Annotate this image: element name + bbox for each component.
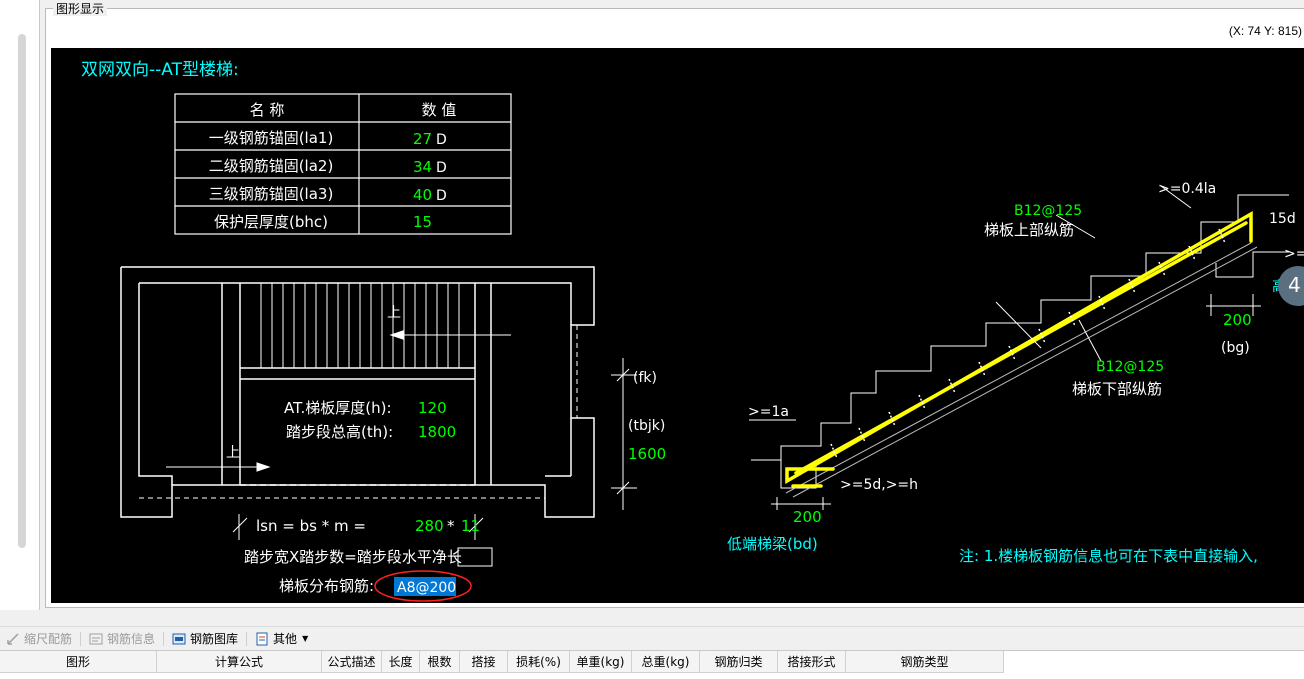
table-row-value[interactable]: 27 — [413, 130, 432, 148]
toolbar-separator — [246, 631, 248, 646]
rebar-info-icon — [89, 632, 103, 646]
column-header[interactable]: 单重(kg) — [570, 651, 632, 673]
bottom-rebar-label: 梯板下部纵筋 — [1072, 380, 1162, 398]
cad-canvas[interactable]: 双网双向--AT型楼梯: 名 称 数 值 一级钢筋锚固(la1) 27 D 二级… — [51, 48, 1304, 603]
scale-rebar-button[interactable]: 缩尺配筋 — [0, 628, 78, 650]
table-row-name: 保护层厚度(bhc) — [214, 213, 328, 231]
column-header[interactable]: 图形 — [0, 651, 157, 673]
left-scrollbar[interactable] — [18, 34, 26, 548]
bs-value[interactable]: 280 — [415, 517, 444, 535]
lsn-formula: lsn = bs * m = — [256, 517, 366, 535]
fk-label: (fk) — [633, 370, 657, 386]
drawing-title: 双网双向--AT型楼梯: — [81, 60, 239, 80]
table-row-name: 一级钢筋锚固(la1) — [209, 129, 334, 147]
table-row-value[interactable]: 40 — [413, 186, 432, 204]
column-header[interactable]: 计算公式 — [157, 651, 322, 673]
low-end-dimension: >=5d,>=h — [840, 477, 918, 493]
thickness-label: AT.梯板厚度(h): — [284, 399, 392, 417]
top-rebar-label: 梯板上部纵筋 — [984, 221, 1074, 239]
badge-digit: 4 — [1288, 273, 1301, 297]
cursor-box — [457, 547, 493, 567]
distribution-value[interactable]: A8@200 — [397, 580, 456, 596]
column-header[interactable]: 根数 — [420, 651, 460, 673]
bg-dimension[interactable]: 200 — [1223, 311, 1252, 329]
column-header[interactable]: 钢筋类型 — [846, 651, 1004, 673]
top-anchor-label: >=0.4la — [1158, 181, 1216, 197]
table-header-name: 名 称 — [250, 101, 285, 119]
bd-label: 低端梯梁(bd) — [727, 535, 818, 553]
table-row-unit: D — [436, 188, 447, 204]
coordinate-readout: (X: 74 Y: 815) — [1228, 24, 1302, 38]
tbjk-label: (tbjk) — [628, 418, 665, 434]
left-panel — [0, 0, 40, 610]
rebar-library-button[interactable]: 钢筋图库 — [166, 628, 244, 650]
m-value[interactable]: 11 — [461, 517, 480, 535]
up-label: 上 — [387, 305, 401, 321]
note-text: 注: 1.楼梯板钢筋信息也可在下表中直接输入, — [959, 547, 1258, 565]
height-value[interactable]: 1800 — [418, 423, 456, 441]
column-header[interactable]: 总重(kg) — [632, 651, 700, 673]
group-title: 图形显示 — [53, 2, 108, 16]
column-header[interactable]: 钢筋归类 — [700, 651, 778, 673]
column-header[interactable]: 损耗(%) — [508, 651, 570, 673]
rebar-toolbar: 缩尺配筋 钢筋信息 钢筋图库 其他 ▼ — [0, 626, 1304, 650]
scale-icon — [6, 632, 20, 646]
table-row-name: 二级钢筋锚固(la2) — [209, 157, 334, 175]
toolbar-label: 钢筋信息 — [107, 632, 156, 646]
toolbar-label: 缩尺配筋 — [24, 632, 73, 646]
other-icon — [255, 632, 269, 646]
toolbar-label: 钢筋图库 — [190, 632, 239, 646]
top-rebar-spec[interactable]: B12@125 — [1014, 203, 1082, 219]
right-edge-label: >=5 — [1284, 246, 1304, 262]
bg-label: (bg) — [1221, 340, 1250, 356]
thickness-value[interactable]: 120 — [418, 399, 447, 417]
stair-treads — [260, 283, 460, 368]
toolbar-separator — [163, 631, 165, 646]
top-hook-label: 15d — [1269, 211, 1296, 227]
table-header-value: 数 值 — [422, 101, 457, 119]
distribution-label: 梯板分布钢筋: — [279, 577, 374, 595]
cad-drawing: 双网双向--AT型楼梯: 名 称 数 值 一级钢筋锚固(la1) 27 D 二级… — [81, 60, 1304, 602]
chevron-down-icon: ▼ — [302, 634, 309, 643]
column-header[interactable]: 搭接 — [460, 651, 508, 673]
table-row-unit: D — [436, 160, 447, 176]
formula-text: 踏步宽X踏步数=踏步段水平净长 — [244, 548, 462, 566]
app-window: 图形显示 (X: 74 Y: 815) 双网双向--AT型楼梯: 名 称 数 值… — [0, 0, 1304, 679]
toolbar-label: 其他 — [273, 632, 298, 646]
table-row-value[interactable]: 15 — [413, 213, 432, 231]
bd-dimension[interactable]: 200 — [793, 508, 822, 526]
column-header[interactable]: 搭接形式 — [778, 651, 846, 673]
tbjk-value[interactable]: 1600 — [628, 445, 666, 463]
column-header[interactable]: 公式描述 — [322, 651, 382, 673]
height-label: 踏步段总高(th): — [286, 423, 393, 441]
bottom-rebar-spec[interactable]: B12@125 — [1096, 359, 1164, 375]
stair-plan — [120, 266, 595, 518]
up-label: 上 — [226, 445, 240, 461]
times-symbol: * — [447, 517, 455, 535]
table-row-unit: D — [436, 132, 447, 148]
rebar-grid-header: 图形 计算公式 公式描述 长度 根数 搭接 损耗(%) 单重(kg) 总重(kg… — [0, 650, 1304, 679]
table-row-name: 三级钢筋锚固(la3) — [209, 185, 334, 203]
section-rebars — [785, 210, 1253, 488]
table-row-value[interactable]: 34 — [413, 158, 432, 176]
toolbar-separator — [80, 631, 82, 646]
rebar-library-icon — [172, 632, 186, 646]
rebar-info-button[interactable]: 钢筋信息 — [83, 628, 161, 650]
column-header[interactable]: 长度 — [382, 651, 420, 673]
other-menu-button[interactable]: 其他 ▼ — [249, 628, 314, 650]
la-label: >=1a — [748, 404, 789, 420]
